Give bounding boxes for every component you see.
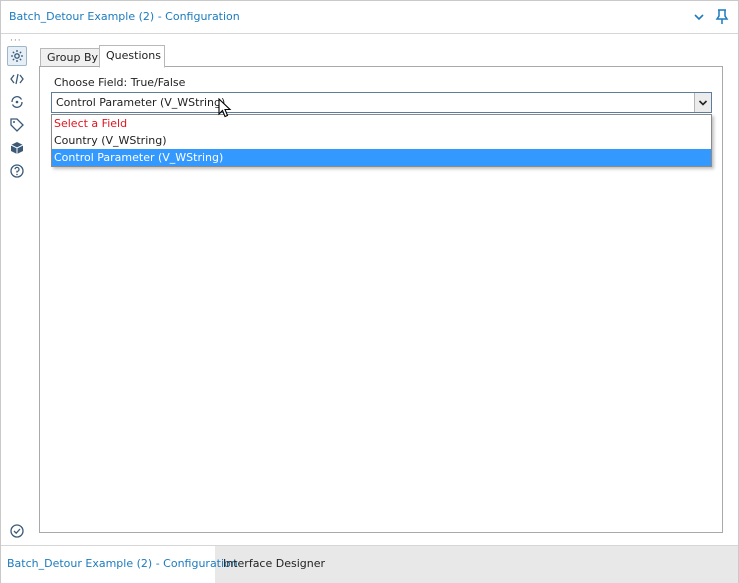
option-country[interactable]: Country (V_WString) — [52, 132, 711, 149]
select-value: Control Parameter (V_WString) — [56, 96, 226, 109]
field-select[interactable]: Control Parameter (V_WString) — [51, 92, 712, 113]
gear-icon[interactable] — [7, 46, 27, 66]
mouse-cursor-icon — [218, 97, 232, 121]
bottom-tab-configuration[interactable]: Batch_Detour Example (2) - Configuration — [1, 546, 238, 583]
tag-icon[interactable] — [7, 115, 27, 135]
option-select-a-field[interactable]: Select a Field — [52, 115, 711, 132]
title-bar: Batch_Detour Example (2) - Configuration — [1, 1, 738, 34]
help-icon[interactable] — [7, 161, 27, 181]
configuration-window: Batch_Detour Example (2) - Configuration… — [0, 0, 739, 583]
code-icon[interactable] — [7, 69, 27, 89]
refresh-icon[interactable] — [7, 92, 27, 112]
pin-icon[interactable] — [712, 7, 732, 27]
tab-questions[interactable]: Questions — [99, 45, 165, 68]
chevron-down-icon[interactable] — [694, 93, 711, 112]
chevron-down-icon[interactable] — [689, 7, 709, 27]
bottom-tab-interface-designer[interactable]: Interface Designer — [223, 546, 325, 583]
check-circle-icon[interactable] — [7, 521, 27, 541]
questions-panel: Choose Field: True/False Control Paramet… — [39, 66, 723, 533]
box-icon[interactable] — [7, 138, 27, 158]
window-title: Batch_Detour Example (2) - Configuration — [9, 10, 240, 23]
field-label: Choose Field: True/False — [54, 76, 186, 89]
toolbar-grip-icon: ··· — [10, 36, 22, 46]
field-dropdown-list: Select a Field Country (V_WString) Contr… — [51, 114, 712, 167]
tab-group-by[interactable]: Group By — [40, 48, 100, 68]
option-control-parameter[interactable]: Control Parameter (V_WString) — [52, 149, 711, 166]
bottom-tab-strip: Batch_Detour Example (2) - Configuration… — [1, 545, 738, 583]
